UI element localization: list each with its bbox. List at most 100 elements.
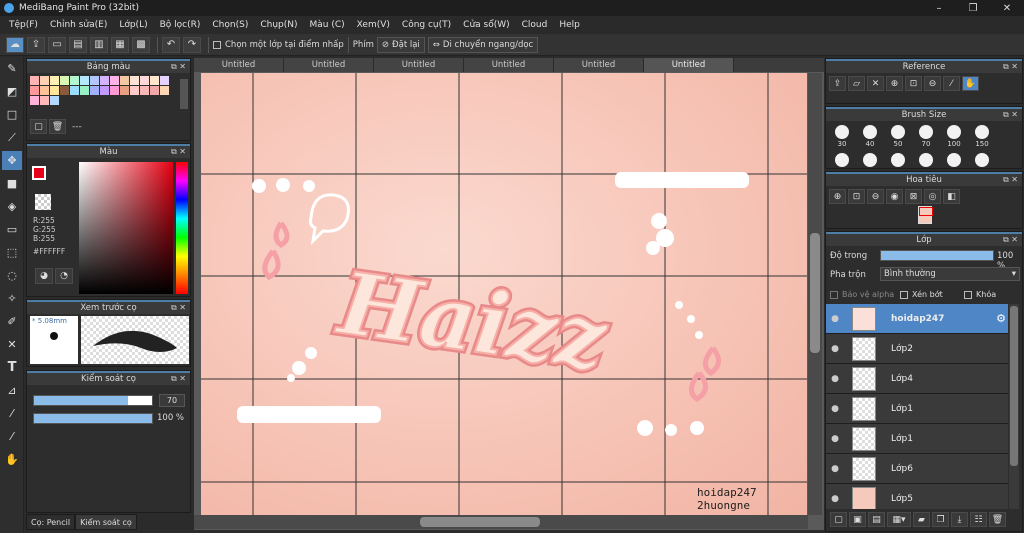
swatch[interactable]	[130, 76, 139, 85]
brush-size-option[interactable]	[828, 151, 856, 168]
document-tab[interactable]: Untitled	[554, 58, 644, 72]
brush-size-option[interactable]: 150	[968, 123, 996, 149]
swatch[interactable]	[100, 86, 109, 95]
maximize-button[interactable]: ❐	[956, 0, 990, 16]
color-palette-icon[interactable]: ◔	[55, 268, 73, 284]
rotate-reset-icon[interactable]: ◎	[924, 189, 941, 204]
zoom-in-icon[interactable]: ⊕	[829, 189, 846, 204]
tab-brush-control[interactable]: Kiểm soát cọ	[75, 514, 137, 530]
minimize-button[interactable]: –	[922, 0, 956, 16]
fill-rect-tool-icon[interactable]: ■	[2, 174, 22, 193]
saturation-value-picker[interactable]	[79, 162, 173, 294]
brush-size-option[interactable]	[940, 151, 968, 168]
menu-help[interactable]: Help	[553, 20, 586, 30]
swatch[interactable]	[140, 86, 149, 95]
swatch[interactable]	[70, 86, 79, 95]
menu-edit[interactable]: Chỉnh sửa(E)	[44, 20, 113, 30]
layer-row[interactable]: ● Lớp2	[826, 334, 1008, 364]
grid-icon[interactable]: ▩	[132, 36, 150, 53]
divide-tool-icon[interactable]: ⊿	[2, 381, 22, 400]
dot-tool-icon[interactable]: ⟋	[2, 128, 22, 147]
add-layer-menu-icon[interactable]: ▦▾	[887, 512, 911, 527]
brush-size-option[interactable]	[884, 151, 912, 168]
tab-brush-pencil[interactable]: Cọ: Pencil	[26, 514, 76, 530]
clipping-option[interactable]: Xén bớt	[900, 290, 943, 299]
new-layer-icon[interactable]: ▢	[830, 512, 847, 527]
brush-size-field[interactable]: 70	[159, 394, 185, 407]
swatch[interactable]	[80, 76, 89, 85]
brush-size-option[interactable]	[856, 151, 884, 168]
vertical-scrollbar[interactable]	[808, 73, 822, 515]
horizontal-scroll-thumb[interactable]	[420, 517, 540, 527]
redo-icon[interactable]: ↷	[183, 36, 201, 53]
document-icon[interactable]: ▥	[90, 36, 108, 53]
new-8bit-layer-icon[interactable]: ▤	[868, 512, 885, 527]
swatch[interactable]	[120, 76, 129, 85]
menu-file[interactable]: Tệp(F)	[3, 20, 44, 30]
new-halftone-layer-icon[interactable]: ▣	[849, 512, 866, 527]
visibility-icon[interactable]: ●	[826, 494, 844, 504]
rectangle-tool-icon[interactable]: □	[2, 105, 22, 124]
swatch[interactable]	[60, 76, 69, 85]
panel-close-icon[interactable]: ⧉ ✕	[171, 147, 186, 157]
brush-size-option[interactable]: 50	[884, 123, 912, 149]
document-tab[interactable]: Untitled	[464, 58, 554, 72]
zoom-out-icon[interactable]: ⊖	[867, 189, 884, 204]
document-tab[interactable]: Untitled	[374, 58, 464, 72]
menu-window[interactable]: Cửa sổ(W)	[457, 20, 515, 30]
brush-size-slider[interactable]	[33, 395, 153, 406]
swatch[interactable]	[30, 76, 39, 85]
panel-close-icon[interactable]: ⧉ ✕	[1003, 62, 1018, 72]
panel-close-icon[interactable]: ⧉ ✕	[1003, 235, 1018, 245]
swatch[interactable]	[140, 76, 149, 85]
visibility-icon[interactable]: ●	[826, 404, 844, 414]
swatch[interactable]	[30, 96, 39, 105]
layer-scrollbar[interactable]	[1009, 304, 1019, 509]
brush-tool-icon[interactable]: ✎	[2, 59, 22, 78]
panel-close-icon[interactable]: ⧉ ✕	[1003, 110, 1018, 120]
select-layer-at-point-option[interactable]: Chọn một lớp tại điểm nhấp	[213, 40, 344, 50]
layer-row[interactable]: ● Lớp5	[826, 484, 1008, 509]
protect-alpha-checkbox[interactable]	[830, 290, 838, 299]
menu-cloud[interactable]: Cloud	[516, 20, 554, 30]
menu-tools[interactable]: Công cụ(T)	[396, 20, 457, 30]
delete-layer-icon[interactable]: 🗑	[989, 512, 1006, 527]
clipping-checkbox[interactable]	[900, 290, 908, 299]
document-tab-active[interactable]: Untitled	[644, 58, 734, 72]
menu-snap[interactable]: Chụp(N)	[254, 20, 303, 30]
chat-icon[interactable]: ▭	[48, 36, 66, 53]
reset-button[interactable]: ⊘ Đặt lại	[376, 36, 425, 53]
undo-icon[interactable]: ↶	[162, 36, 180, 53]
fit-icon[interactable]: ⊡	[905, 76, 922, 91]
brush-size-option[interactable]: 100	[940, 123, 968, 149]
panel-close-icon[interactable]: ⧉ ✕	[171, 303, 186, 313]
document-tab[interactable]: Untitled	[284, 58, 374, 72]
gear-icon[interactable]: ⚙	[996, 312, 1006, 325]
swatch[interactable]	[120, 86, 129, 95]
fit-icon[interactable]: ⊡	[848, 189, 865, 204]
visibility-icon[interactable]: ●	[826, 344, 844, 354]
swatch[interactable]	[50, 96, 59, 105]
close-window-button[interactable]: ✕	[990, 0, 1024, 16]
brush-size-option[interactable]: 30	[828, 123, 856, 149]
swatch[interactable]	[40, 76, 49, 85]
swatch[interactable]	[40, 86, 49, 95]
hue-slider[interactable]	[176, 162, 188, 294]
menu-view[interactable]: Xem(V)	[351, 20, 396, 30]
hand-tool-icon[interactable]: ✋	[2, 450, 22, 469]
swatch[interactable]	[80, 86, 89, 95]
swatch[interactable]	[160, 86, 169, 95]
visibility-icon[interactable]: ●	[826, 314, 844, 324]
vertical-scroll-thumb[interactable]	[810, 233, 820, 353]
comment-icon[interactable]: ▤	[69, 36, 87, 53]
flip-view-icon[interactable]: ◧	[943, 189, 960, 204]
swatch[interactable]	[50, 76, 59, 85]
open-folder-icon[interactable]: ▱	[848, 76, 865, 91]
visibility-icon[interactable]: ●	[826, 434, 844, 444]
protect-alpha-option[interactable]: Bảo vệ alpha	[830, 290, 894, 299]
lasso-icon[interactable]: ◌	[2, 266, 22, 285]
layer-row[interactable]: ● Lớp1	[826, 424, 1008, 454]
select-layer-checkbox[interactable]	[213, 40, 221, 49]
brush-size-option[interactable]	[912, 151, 940, 168]
delete-palette-icon[interactable]: 🗑	[49, 119, 66, 134]
